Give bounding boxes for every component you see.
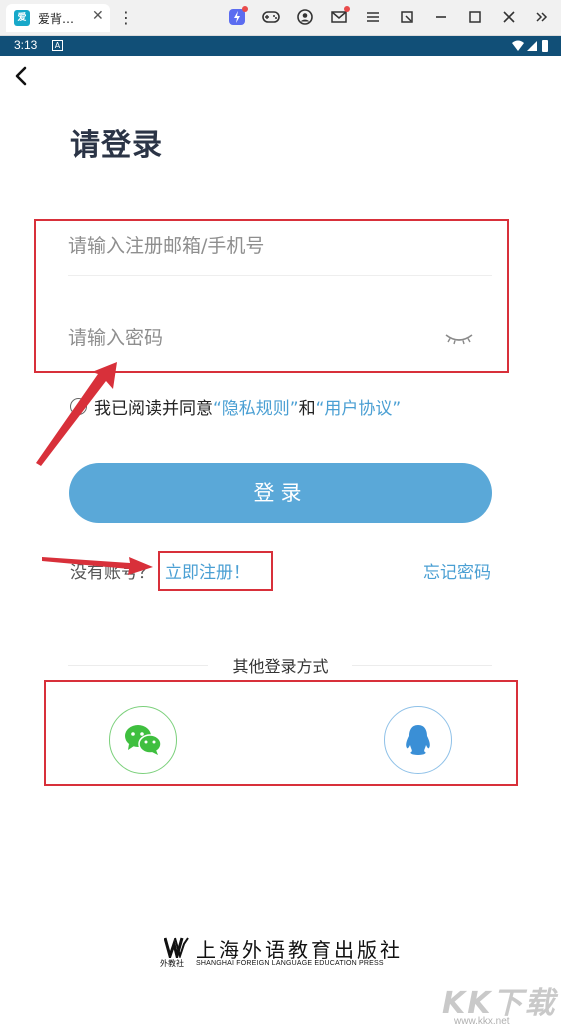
app-tab-icon: 爱	[14, 10, 30, 26]
restore-window-icon[interactable]	[398, 8, 416, 26]
publisher-logo-icon	[164, 937, 189, 958]
mail-icon[interactable]	[330, 6, 350, 26]
account-icon[interactable]	[296, 8, 314, 26]
forgot-password-link[interactable]: 忘记密码	[423, 558, 491, 583]
watermark-url: www.kkx.net	[454, 1016, 510, 1027]
publisher-logo-sub: 外教社	[160, 959, 184, 968]
emulator-tab[interactable]: 爱 爱背… ✕	[6, 4, 110, 32]
hamburger-menu-icon[interactable]	[364, 8, 382, 26]
user-agreement-link[interactable]: “用户协议”	[316, 394, 402, 419]
emulator-title-bar: 爱 爱背… ✕ ⋮	[0, 0, 561, 36]
agreement-row: 我已阅读并同意 “隐私规则” 和 “用户协议”	[70, 394, 402, 419]
minimize-icon[interactable]	[432, 8, 450, 26]
battery-icon	[542, 40, 548, 52]
site-watermark: KK下载 www.kkx.net	[442, 978, 557, 1028]
chevron-left-icon	[15, 66, 27, 86]
privacy-link[interactable]: “隐私规则”	[213, 394, 299, 419]
publisher-footer: 外教社 上海外语教育出版社 SHANGHAI FOREIGN LANGUAGE …	[160, 934, 405, 974]
annotation-box-social	[44, 680, 518, 786]
page-title: 请登录	[70, 128, 163, 163]
gamepad-icon[interactable]	[262, 8, 280, 26]
status-right-icons	[511, 39, 551, 56]
no-account-label: 没有账号？	[70, 563, 155, 583]
close-window-icon[interactable]	[500, 8, 518, 26]
login-button[interactable]: 登录	[69, 463, 492, 523]
wifi-icon	[512, 40, 524, 51]
notification-dot	[344, 6, 350, 12]
agreement-and: 和	[298, 398, 316, 419]
publisher-name: 上海外语教育出版社	[196, 938, 403, 962]
boost-icon[interactable]	[228, 6, 248, 26]
tab-title: 爱背…	[38, 12, 75, 26]
tab-close-icon[interactable]: ✕	[92, 8, 104, 24]
android-status-bar: 3:13 A	[0, 36, 561, 56]
notification-dot	[242, 6, 248, 12]
publisher-english-name: SHANGHAI FOREIGN LANGUAGE EDUCATION PRES…	[196, 960, 384, 967]
maximize-icon[interactable]	[466, 8, 484, 26]
agreement-prefix: 我已阅读并同意	[94, 398, 213, 419]
divider-right	[352, 665, 492, 666]
signal-icon	[527, 41, 537, 51]
collapse-icon[interactable]	[532, 8, 550, 26]
notification-a-icon: A	[52, 40, 63, 51]
back-button[interactable]	[10, 64, 34, 88]
emulator-more-icon[interactable]: ⋮	[118, 8, 134, 27]
status-time: 3:13	[14, 38, 38, 52]
annotation-box-register	[158, 551, 273, 591]
agreement-checkbox[interactable]	[70, 397, 87, 415]
annotation-box-credentials	[34, 219, 509, 373]
